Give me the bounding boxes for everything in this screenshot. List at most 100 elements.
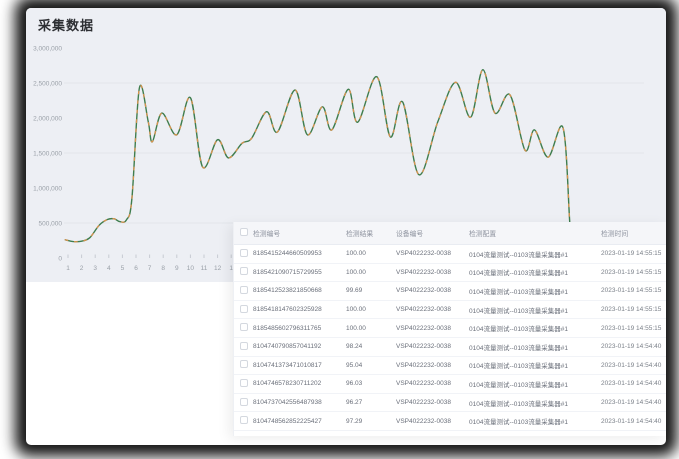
row-checkbox[interactable] (234, 398, 253, 408)
table-row[interactable]: 8185418147602325928100.00VSP4022232-0038… (234, 301, 666, 320)
row-checkbox[interactable] (234, 286, 253, 296)
row-checkbox[interactable] (234, 249, 253, 259)
row-checkbox[interactable] (234, 342, 253, 352)
window-card: 采集数据 3,000,0002,500,0002,000,0001,500,00… (26, 8, 666, 445)
checkbox-icon (240, 398, 248, 406)
cell-device-number: VSP4022232-0038 (396, 250, 469, 257)
row-checkbox[interactable] (234, 379, 253, 389)
cell-detection-id: 8185412523821850668 (253, 287, 346, 294)
cell-detection-id: 8104737042556487938 (253, 399, 346, 406)
cell-detection-time: 2023-01-19 14:55:15 (601, 325, 666, 332)
cell-detection-id: 8185485602796311765 (253, 325, 346, 332)
cell-device-number: VSP4022232-0038 (396, 343, 469, 350)
cell-detection-id: 8104748562852225427 (253, 418, 346, 425)
cell-detection-config: 0104流量测试--0103流量采集器#1 (469, 398, 601, 408)
cell-device-number: VSP4022232-0038 (396, 380, 469, 387)
checkbox-icon (240, 379, 248, 387)
table-row[interactable]: 818541252382185066899.69VSP4022232-00380… (234, 282, 666, 301)
table-row[interactable]: 810473704255648793896.27VSP4022232-00380… (234, 394, 666, 413)
cell-device-number: VSP4022232-0038 (396, 399, 469, 406)
x-axis-label: 11 (201, 265, 208, 272)
cell-device-number: VSP4022232-0038 (396, 362, 469, 369)
cell-detection-id: 8185421090715729955 (253, 269, 346, 276)
cell-detection-id: 8185415244660509953 (253, 250, 346, 257)
checkbox-icon (240, 342, 248, 350)
cell-detection-config: 0104流量测试--0103流量采集器#1 (469, 379, 601, 389)
row-checkbox[interactable] (234, 305, 253, 315)
row-checkbox[interactable] (234, 360, 253, 370)
cell-detection-id: 8104740790857041192 (253, 343, 346, 350)
table-row[interactable]: 8185485602796311765100.00VSP4022232-0038… (234, 319, 666, 338)
x-axis-label: 8 (161, 265, 165, 272)
x-axis-label: 2 (80, 265, 84, 272)
select-all-checkbox[interactable] (234, 228, 253, 238)
column-header-2: 设备编号 (396, 228, 469, 238)
cell-device-number: VSP4022232-0038 (396, 287, 469, 294)
data-table: 检测编号检测结果设备编号检测配置检测时间 8185415244660509953… (233, 222, 666, 436)
cell-device-number: VSP4022232-0038 (396, 418, 469, 425)
table-row[interactable]: 810474137347101081795.04VSP4022232-00380… (234, 357, 666, 376)
table-body: 8185415244660509953100.00VSP4022232-0038… (234, 245, 666, 431)
cell-detection-time: 2023-01-19 14:54:40 (601, 380, 666, 387)
table-row[interactable]: 810474657823071120296.03VSP4022232-00380… (234, 375, 666, 394)
table-row[interactable]: 810474856285222542797.29VSP4022232-00380… (234, 412, 666, 431)
cell-detection-id: 8104746578230711202 (253, 380, 346, 387)
x-axis-label: 10 (187, 265, 195, 272)
cell-detection-result: 100.00 (346, 306, 396, 313)
cell-detection-config: 0104流量测试--0103流量采集器#1 (469, 267, 601, 277)
cell-detection-result: 96.27 (346, 399, 396, 406)
cell-detection-result: 98.24 (346, 343, 396, 350)
checkbox-icon (240, 249, 248, 257)
y-axis-label: 0 (58, 256, 62, 263)
y-axis-label: 2,500,000 (33, 81, 62, 88)
cell-detection-time: 2023-01-19 14:55:15 (601, 306, 666, 313)
table-row[interactable]: 810474079085704119298.24VSP4022232-00380… (234, 338, 666, 357)
column-header-0: 检测编号 (253, 228, 346, 238)
column-header-4: 检测时间 (601, 228, 666, 238)
cell-detection-config: 0104流量测试--0103流量采集器#1 (469, 323, 601, 333)
x-axis-label: 7 (148, 265, 152, 272)
checkbox-icon (240, 267, 248, 275)
checkbox-icon (240, 416, 248, 424)
y-axis-label: 2,000,000 (33, 116, 62, 123)
cell-detection-result: 95.04 (346, 362, 396, 369)
table-header-row: 检测编号检测结果设备编号检测配置检测时间 (234, 222, 666, 245)
cell-detection-config: 0104流量测试--0103流量采集器#1 (469, 286, 601, 296)
cell-detection-time: 2023-01-19 14:55:15 (601, 269, 666, 276)
x-axis-label: 9 (175, 265, 179, 272)
cell-device-number: VSP4022232-0038 (396, 269, 469, 276)
cell-detection-result: 100.00 (346, 325, 396, 332)
cell-detection-config: 0104流量测试--0103流量采集器#1 (469, 305, 601, 315)
checkbox-icon (240, 323, 248, 331)
y-axis-label: 500,000 (39, 221, 63, 228)
table-row[interactable]: 8185421090715729955100.00VSP4022232-0038… (234, 264, 666, 283)
y-axis-label: 3,000,000 (33, 46, 62, 53)
x-axis-label: 12 (214, 265, 222, 272)
cell-detection-result: 99.69 (346, 287, 396, 294)
checkbox-icon (240, 305, 248, 313)
cell-detection-id: 8104741373471010817 (253, 362, 346, 369)
y-axis-label: 1,500,000 (33, 151, 62, 158)
x-axis-label: 5 (121, 265, 125, 272)
cell-detection-result: 96.03 (346, 380, 396, 387)
column-header-1: 检测结果 (346, 228, 396, 238)
checkbox-icon (240, 360, 248, 368)
checkbox-icon (240, 228, 248, 236)
x-axis-label: 4 (107, 265, 111, 272)
cell-device-number: VSP4022232-0038 (396, 306, 469, 313)
y-axis-label: 1,000,000 (33, 186, 62, 193)
cell-detection-config: 0104流量测试--0103流量采集器#1 (469, 360, 601, 370)
row-checkbox[interactable] (234, 416, 253, 426)
cell-detection-time: 2023-01-19 14:55:15 (601, 287, 666, 294)
row-checkbox[interactable] (234, 323, 253, 333)
x-axis-label: 3 (93, 265, 97, 272)
column-header-3: 检测配置 (469, 228, 601, 238)
cell-detection-config: 0104流量测试--0103流量采集器#1 (469, 416, 601, 426)
cell-detection-time: 2023-01-19 14:54:40 (601, 343, 666, 350)
cell-detection-time: 2023-01-19 14:54:40 (601, 399, 666, 406)
cell-detection-time: 2023-01-19 14:55:15 (601, 250, 666, 257)
cell-detection-time: 2023-01-19 14:54:40 (601, 362, 666, 369)
row-checkbox[interactable] (234, 267, 253, 277)
table-row[interactable]: 8185415244660509953100.00VSP4022232-0038… (234, 245, 666, 264)
cell-detection-config: 0104流量测试--0103流量采集器#1 (469, 249, 601, 259)
